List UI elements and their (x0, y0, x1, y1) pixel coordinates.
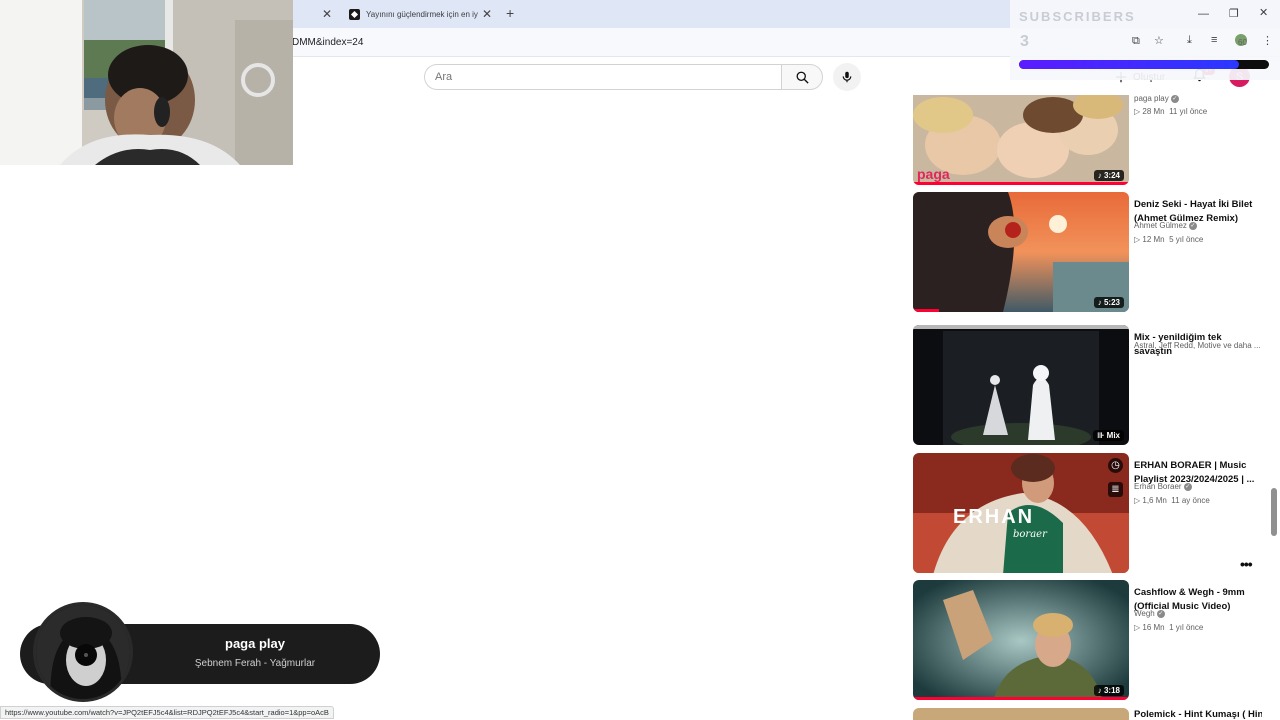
mix-badge: ⊪ Mix (1093, 430, 1124, 441)
view-count: 12 Mn (1142, 235, 1165, 244)
video-meta: ▷ 28 Mn 11 yıl önce (1134, 107, 1208, 116)
list-item[interactable]: ⊪ Mix Mix - yenildiğim tek savaştın Astr… (913, 325, 1273, 447)
media-control-icon[interactable]: ≡ (1211, 34, 1217, 46)
channel-name[interactable]: Erhan Boraer ✓ (1134, 482, 1262, 491)
duration-text: 3:24 (1103, 171, 1120, 180)
duration-text: 3:18 (1103, 686, 1120, 695)
video-thumbnail[interactable]: paga ♪ 3:24 (913, 95, 1129, 185)
list-item[interactable]: Polemick - Hint Kumaşı ( Hint (913, 708, 1273, 720)
duration-badge: ♪ 5:23 (1093, 297, 1124, 308)
subscribers-goal-bar (1019, 60, 1269, 69)
menu-kebab-icon[interactable]: ⋮ (1262, 34, 1273, 47)
microphone-icon (842, 71, 852, 83)
video-thumbnail[interactable] (913, 708, 1129, 720)
restore-icon[interactable]: ❐ (1229, 7, 1239, 20)
search-input[interactable] (435, 71, 765, 83)
view-count: 28 Mn (1142, 107, 1165, 116)
webcam-feed (0, 0, 293, 165)
url-text[interactable]: DMM&index=24 (292, 37, 363, 48)
search-box[interactable] (424, 64, 782, 90)
upload-age: 11 ay önce (1171, 496, 1210, 505)
voice-search-button[interactable] (833, 63, 861, 91)
mix-label: Mix (1106, 431, 1120, 440)
video-thumbnail[interactable]: ERHAN boraer ◷ ≣ (913, 453, 1129, 573)
video-thumbnail[interactable]: ♪ 5:23 (913, 192, 1129, 312)
new-tab-icon[interactable]: + (506, 5, 514, 21)
list-item[interactable]: ♪ 3:18 Cashflow & Wegh - 9mm (Official M… (913, 580, 1273, 702)
video-thumbnail[interactable]: ♪ 3:18 (913, 580, 1129, 700)
view-count: 1,6 Mn (1142, 496, 1167, 505)
verified-icon: ✓ (1156, 609, 1165, 618)
bookmark-star-icon[interactable]: ☆ (1154, 34, 1164, 47)
video-thumbnail[interactable]: ⊪ Mix (913, 325, 1129, 445)
thumb-brand-text: ERHAN (953, 506, 1034, 528)
add-to-queue-icon[interactable]: ≣ (1108, 482, 1123, 497)
view-count: 16 Mn (1142, 623, 1165, 632)
verified-icon: ✓ (1183, 482, 1192, 491)
duration-badge: ♪ 3:24 (1093, 170, 1124, 181)
verified-icon: ✓ (1188, 221, 1197, 230)
thumb-script-text: boraer (1013, 529, 1048, 540)
more-actions-icon[interactable]: ••• (1240, 556, 1253, 572)
scrollbar-thumb[interactable] (1271, 488, 1277, 536)
screen: ✕ Yayınını güçlendirmek için en iyi ✕ + … (0, 0, 1280, 720)
tab-title: Yayınını güçlendirmek için en iyi (366, 9, 478, 19)
thumb-brand-text: paga (917, 166, 950, 182)
search-icon (796, 71, 809, 84)
channel-name-text: Erhan Boraer (1134, 482, 1182, 491)
album-art (33, 602, 133, 702)
channel-name[interactable]: Wegh ✓ (1134, 609, 1262, 618)
channel-name[interactable]: Astral, Jeff Redd, Motive ve daha ... (1134, 341, 1262, 350)
subscribers-goal-fill (1019, 60, 1239, 69)
video-meta: ▷ 16 Mn 1 yıl önce (1134, 623, 1204, 632)
list-item[interactable]: ERHAN boraer ◷ ≣ ERHAN BORAER | Music Pl… (913, 453, 1273, 575)
video-title[interactable]: Polemick - Hint Kumaşı ( Hint (1134, 708, 1262, 720)
duration-text: 5:23 (1103, 298, 1120, 307)
verified-icon: ✓ (1170, 94, 1179, 103)
channel-name-text: Wegh (1134, 609, 1155, 618)
upload-age: 5 yıl önce (1169, 235, 1204, 244)
now-playing-title: paga play (225, 636, 285, 651)
minimize-icon[interactable]: — (1198, 8, 1209, 20)
status-bar-url: https://www.youtube.com/watch?v=JPQ2tEFJ… (0, 706, 334, 719)
watch-progress (913, 182, 1129, 185)
upload-age: 11 yıl önce (1169, 107, 1208, 116)
channel-name[interactable]: Ahmet Gülmez ✓ (1134, 221, 1262, 230)
subscribers-count: 3 (1020, 33, 1029, 50)
duration-badge: ♪ 3:18 (1093, 685, 1124, 696)
watch-later-icon[interactable]: ◷ (1108, 458, 1123, 473)
video-meta: ▷ 12 Mn 5 yıl önce (1134, 235, 1204, 244)
close-window-icon[interactable]: ✕ (1259, 6, 1268, 19)
tab-stream-tips[interactable]: Yayınını güçlendirmek için en iyi (349, 3, 499, 25)
cast-icon[interactable]: ⧉ (1132, 35, 1140, 48)
search-button[interactable] (781, 64, 823, 90)
video-meta: ▷ 1,6 Mn 11 ay önce (1134, 496, 1210, 505)
watch-progress (913, 309, 939, 312)
channel-name[interactable]: paga play ✓ (1134, 94, 1262, 103)
upload-age: 1 yıl önce (1169, 623, 1204, 632)
now-playing-song: Şebnem Ferah - Yağmurlar (194, 658, 316, 669)
list-item[interactable]: ♪ 5:23 Deniz Seki - Hayat İki Bilet (Ahm… (913, 192, 1273, 314)
tab-close-button[interactable]: ✕ (482, 3, 492, 25)
tab-close-button[interactable]: ✕ (322, 3, 332, 25)
tab-favicon-icon (349, 8, 360, 20)
subscribers-label: SUBSCRIBERS (1019, 9, 1136, 24)
extension-badge: 60 (1238, 38, 1247, 47)
download-icon[interactable]: ⤓ (1187, 34, 1192, 47)
watch-progress (913, 697, 1129, 700)
channel-name-text: Ahmet Gülmez (1134, 221, 1187, 230)
channel-name-text: paga play (1134, 94, 1169, 103)
webcam-image (0, 0, 293, 165)
